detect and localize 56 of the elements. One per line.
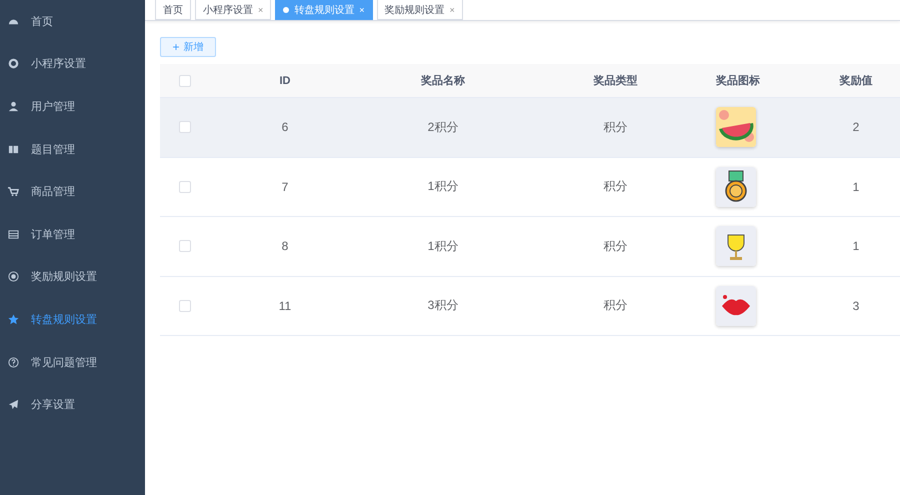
table-row[interactable]: 7 1积分 积分 1	[160, 158, 900, 217]
table-cell: 2	[852, 120, 860, 134]
watermelon-icon	[716, 107, 756, 148]
medal-icon	[716, 166, 756, 207]
select-all-checkbox[interactable]	[179, 74, 191, 86]
column-header: ID	[280, 74, 290, 86]
radio-icon	[8, 271, 19, 282]
book-icon	[8, 144, 19, 155]
column-header: 奖品名称	[421, 74, 465, 88]
table-cell: 7	[282, 180, 288, 194]
lips-icon	[716, 286, 756, 326]
sidebar-item[interactable]: 首页	[0, 0, 145, 43]
table-cell: 1	[852, 239, 860, 254]
paper-plane-icon	[8, 399, 19, 410]
question-icon	[8, 356, 19, 368]
row-checkbox[interactable]	[179, 180, 191, 193]
table-cell: 积分	[604, 297, 628, 314]
table-cell: 积分	[604, 178, 628, 196]
active-dot-icon	[283, 6, 290, 12]
sidebar-item[interactable]: 用户管理	[0, 85, 145, 128]
column-header: 奖品图标	[716, 74, 760, 88]
table-cell: 积分	[604, 238, 628, 255]
sidebar-item[interactable]: 转盘规则设置	[0, 298, 145, 341]
sidebar-item[interactable]: 常见问题管理	[0, 340, 145, 384]
table-cell: 积分	[604, 118, 628, 136]
list-icon	[8, 228, 19, 240]
tab[interactable]: 小程序设置 ×	[195, 0, 272, 20]
row-checkbox[interactable]	[179, 121, 191, 134]
cart-icon	[8, 186, 19, 198]
table-cell: 2积分	[428, 118, 458, 136]
sidebar-item[interactable]: 小程序设置	[0, 42, 145, 86]
trophy-icon	[716, 226, 756, 266]
column-header: 奖励值	[840, 74, 872, 88]
star-icon	[8, 314, 19, 325]
table-cell: 1积分	[428, 178, 458, 196]
row-checkbox[interactable]	[179, 240, 191, 252]
table-cell: 11	[278, 298, 292, 313]
user-icon	[8, 100, 19, 112]
table-cell: 8	[282, 239, 288, 254]
table-cell: 1	[852, 180, 860, 194]
table-cell: 1积分	[428, 238, 458, 255]
sidebar-item[interactable]: 商品管理	[0, 170, 145, 213]
table-row[interactable]: 11 3积分 积分 3	[160, 276, 900, 336]
sidebar-item[interactable]: 分享设置	[0, 383, 145, 426]
sidebar-item[interactable]: 奖励规则设置	[0, 256, 145, 298]
sidebar-item[interactable]: 题目管理	[0, 128, 145, 170]
table-cell: 3	[852, 298, 860, 313]
row-checkbox[interactable]	[179, 300, 191, 312]
sidebar-item[interactable]: 订单管理	[0, 212, 145, 256]
ring-icon	[8, 58, 19, 70]
tab[interactable]: 首页	[155, 0, 191, 20]
tab[interactable]: 奖励规则设置 ×	[376, 0, 463, 20]
table-cell: 6	[282, 120, 288, 134]
table-cell: 3积分	[428, 297, 458, 314]
table-row[interactable]: 6 2积分 积分 2	[160, 98, 900, 158]
column-header: 奖品类型	[594, 74, 638, 88]
